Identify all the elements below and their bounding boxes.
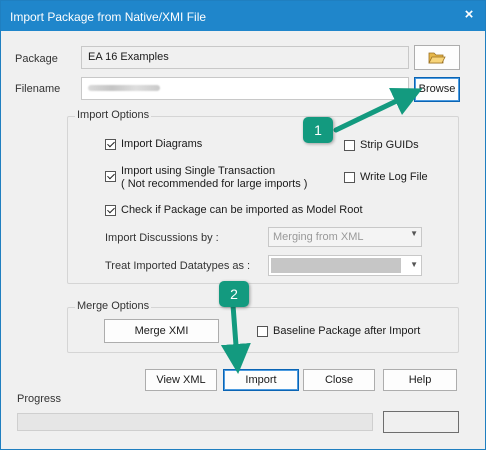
import-package-dialog: Import Package from Native/XMI File × Pa…: [0, 0, 486, 450]
callout-1-arrow: [333, 87, 423, 133]
callout-badge-1: 1: [303, 117, 333, 143]
callout-badge-2: 2: [219, 281, 249, 307]
annotation-arrows: [220, 87, 423, 374]
callout-2-arrow: [220, 302, 251, 374]
